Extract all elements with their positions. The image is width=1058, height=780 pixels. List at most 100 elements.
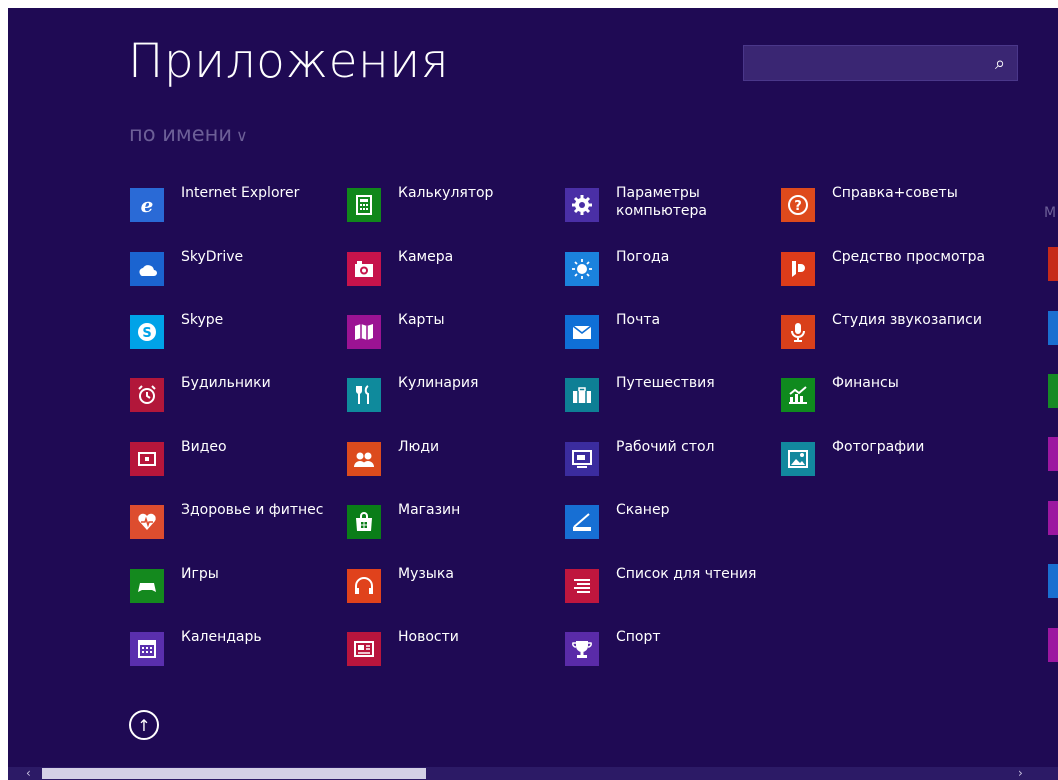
cloud-icon	[130, 252, 164, 286]
suitcase-icon	[565, 378, 599, 412]
store-icon	[347, 505, 381, 539]
app-item[interactable]: S Skype	[130, 311, 346, 355]
map-icon	[347, 315, 381, 349]
app-item[interactable]: Список для чтения	[565, 565, 781, 609]
app-item[interactable]: Путешествия	[565, 374, 781, 418]
app-item[interactable]: Люди	[347, 438, 563, 482]
start-apps-screen: Приложения по имени ∨ ⌕ e Internet Explore…	[8, 8, 1058, 780]
camera-icon	[347, 252, 381, 286]
app-item[interactable]: e Internet Explorer	[130, 184, 346, 228]
chevron-down-icon: ∨	[236, 126, 248, 145]
app-label: Справка+советы	[832, 185, 958, 201]
app-label: Список для чтения	[616, 566, 757, 582]
app-tile-partial[interactable]	[1048, 374, 1058, 408]
app-item[interactable]: Средство просмотра	[781, 248, 997, 292]
app-label: Skype	[181, 312, 224, 328]
app-item[interactable]: Финансы	[781, 374, 997, 418]
app-label: Internet Explorer	[181, 185, 300, 201]
desktop-icon	[565, 442, 599, 476]
app-tile-partial[interactable]	[1048, 564, 1058, 598]
app-tile-partial[interactable]	[1048, 628, 1058, 662]
app-tile-partial[interactable]	[1048, 437, 1058, 471]
reader-icon	[781, 252, 815, 286]
app-label: Камера	[398, 249, 454, 265]
horizontal-scrollbar[interactable]: ‹ ›	[8, 766, 1058, 780]
arrow-up-icon: ↑	[137, 715, 151, 735]
svg-text:e: e	[141, 194, 154, 216]
news-icon	[347, 632, 381, 666]
search-input[interactable]	[744, 46, 990, 78]
svg-text:?: ?	[794, 199, 802, 214]
app-label: Игры	[181, 566, 219, 582]
app-item[interactable]: Почта	[565, 311, 781, 355]
skype-icon: S	[130, 315, 164, 349]
app-label: Музыка	[398, 566, 454, 582]
app-label: Сканер	[616, 502, 670, 518]
scanner-icon	[565, 505, 599, 539]
app-tile-partial[interactable]	[1048, 501, 1058, 535]
video-icon	[130, 442, 164, 476]
app-label: Финансы	[832, 375, 899, 391]
app-tile-partial[interactable]	[1048, 311, 1058, 345]
help-icon: ?	[781, 188, 815, 222]
reading-list-icon	[565, 569, 599, 603]
app-item[interactable]: Кулинария	[347, 374, 563, 418]
app-item[interactable]: Погода	[565, 248, 781, 292]
app-item[interactable]: Будильники	[130, 374, 346, 418]
app-item[interactable]: Рабочий стол	[565, 438, 781, 482]
search-icon: ⌕	[994, 52, 1006, 74]
app-label: Кулинария	[398, 375, 479, 391]
photo-icon	[781, 442, 815, 476]
gear-icon	[565, 188, 599, 222]
alarm-clock-icon	[130, 378, 164, 412]
page-title: Приложения	[128, 34, 450, 89]
trophy-icon	[565, 632, 599, 666]
app-item[interactable]: Игры	[130, 565, 346, 609]
microphone-icon	[781, 315, 815, 349]
app-item[interactable]: Сканер	[565, 501, 781, 545]
app-item[interactable]: Здоровье и фитнес	[130, 501, 346, 545]
app-label: SkyDrive	[181, 249, 244, 265]
app-item[interactable]: Карты	[347, 311, 563, 355]
app-item[interactable]: Новости	[347, 628, 563, 672]
app-item[interactable]: Студия звукозаписи	[781, 311, 997, 355]
app-label: Студия звукозаписи	[832, 312, 982, 328]
sun-icon	[565, 252, 599, 286]
app-label: Погода	[616, 249, 670, 265]
sort-dropdown[interactable]: по имени ∨	[129, 122, 248, 146]
app-item[interactable]: Музыка	[347, 565, 563, 609]
scrollbar-thumb[interactable]	[42, 768, 426, 779]
app-item[interactable]: Календарь	[130, 628, 346, 672]
app-item[interactable]: Магазин	[347, 501, 563, 545]
app-tile-partial[interactable]	[1048, 247, 1058, 281]
search-button[interactable]: ⌕	[983, 46, 1017, 80]
app-item[interactable]: Параметры компьютера	[565, 184, 781, 228]
sort-label: по имени	[129, 122, 233, 146]
app-item[interactable]: SkyDrive	[130, 248, 346, 292]
finance-chart-icon	[781, 378, 815, 412]
app-item[interactable]: Фотографии	[781, 438, 997, 482]
heart-pulse-icon	[130, 505, 164, 539]
app-item[interactable]: Спорт	[565, 628, 781, 672]
app-label: Люди	[398, 439, 440, 455]
app-item[interactable]: Калькулятор	[347, 184, 563, 228]
scroll-right-icon[interactable]: ›	[1018, 766, 1023, 780]
scroll-left-icon[interactable]: ‹	[26, 766, 31, 780]
app-item[interactable]: ? Справка+советы	[781, 184, 997, 228]
app-label: Карты	[398, 312, 445, 328]
search-box: ⌕	[743, 45, 1018, 81]
app-label: Здоровье и фитнес	[181, 502, 324, 518]
calendar-icon	[130, 632, 164, 666]
app-item[interactable]: Камера	[347, 248, 563, 292]
up-arrow-button[interactable]: ↑	[129, 710, 159, 740]
game-controller-icon	[130, 569, 164, 603]
internet-explorer-icon: e	[130, 188, 164, 222]
people-icon	[347, 442, 381, 476]
app-item[interactable]: Видео	[130, 438, 346, 482]
app-label: Средство просмотра	[832, 249, 986, 265]
app-label: Календарь	[181, 629, 262, 645]
calculator-icon	[347, 188, 381, 222]
mail-icon	[565, 315, 599, 349]
app-label: Почта	[616, 312, 661, 328]
app-label: Путешествия	[616, 375, 715, 391]
